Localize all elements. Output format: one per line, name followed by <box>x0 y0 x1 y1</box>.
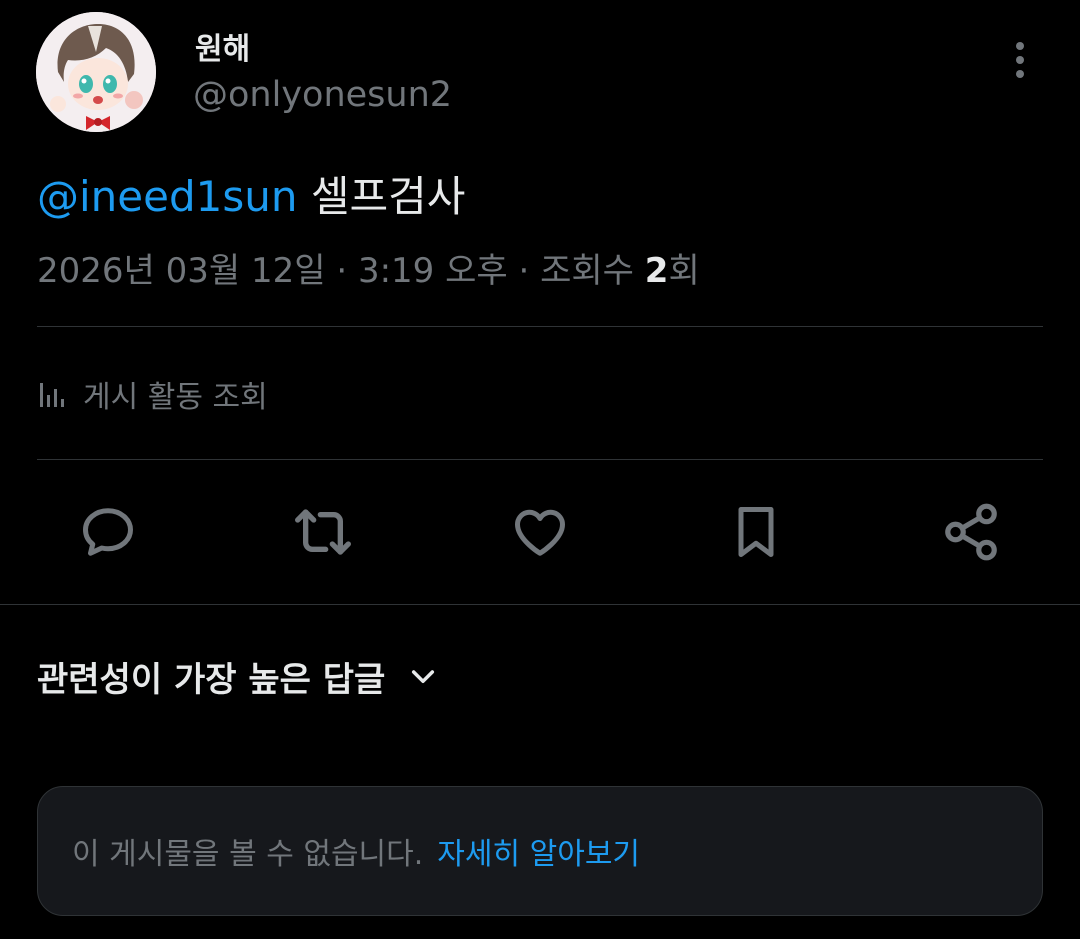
more-dot-icon <box>1016 42 1024 50</box>
reply-button[interactable] <box>76 500 140 564</box>
bookmark-button[interactable] <box>724 500 788 564</box>
analytics-icon <box>40 383 64 407</box>
divider <box>37 459 1043 460</box>
post-activity-label: 게시 활동 조회 <box>83 380 268 415</box>
post-time[interactable]: 3:19 오후 <box>358 251 508 291</box>
avatar[interactable] <box>36 12 156 132</box>
like-button[interactable] <box>508 500 572 564</box>
post-date[interactable]: 2026년 03월 12일 <box>37 251 326 291</box>
more-dot-icon <box>1016 56 1024 64</box>
views-label: 조회수 <box>540 251 634 291</box>
meta-separator: · <box>518 251 530 291</box>
meta-separator: · <box>336 251 348 291</box>
more-options-button[interactable] <box>1000 38 1040 82</box>
heart-icon <box>514 509 566 556</box>
views-count: 2 <box>644 251 669 291</box>
chevron-down-icon <box>412 670 435 684</box>
mention-link[interactable]: @ineed1sun <box>37 172 297 221</box>
post-activity-link[interactable]: 게시 활동 조회 <box>37 370 268 418</box>
divider <box>0 604 1080 605</box>
post-metadata: 2026년 03월 12일 · 3:19 오후 · 조회수 2회 <box>37 243 700 292</box>
share-icon <box>945 503 997 561</box>
share-button[interactable] <box>939 500 1003 564</box>
repost-icon <box>295 509 351 555</box>
reply-sort-label: 관련성이 가장 높은 답글 <box>37 659 386 700</box>
learn-more-link[interactable]: 자세히 알아보기 <box>437 829 640 873</box>
more-dot-icon <box>1016 70 1024 78</box>
reply-icon <box>83 508 133 556</box>
unavailable-post-notice: 이 게시물을 볼 수 없습니다. 자세히 알아보기 <box>37 786 1043 916</box>
unavailable-message: 이 게시물을 볼 수 없습니다. <box>72 837 424 872</box>
reply-sort-dropdown[interactable]: 관련성이 가장 높은 답글 <box>37 648 439 704</box>
divider <box>37 326 1043 327</box>
bookmark-icon <box>738 507 774 557</box>
views-unit: 회 <box>668 251 700 291</box>
post-text: @ineed1sun 셀프검사 <box>37 163 465 224</box>
display-name[interactable]: 원해 <box>195 24 250 68</box>
post-body: 셀프검사 <box>310 172 466 221</box>
user-handle[interactable]: @onlyonesun2 <box>193 75 452 115</box>
avatar-image <box>36 12 156 132</box>
repost-button[interactable] <box>291 500 355 564</box>
